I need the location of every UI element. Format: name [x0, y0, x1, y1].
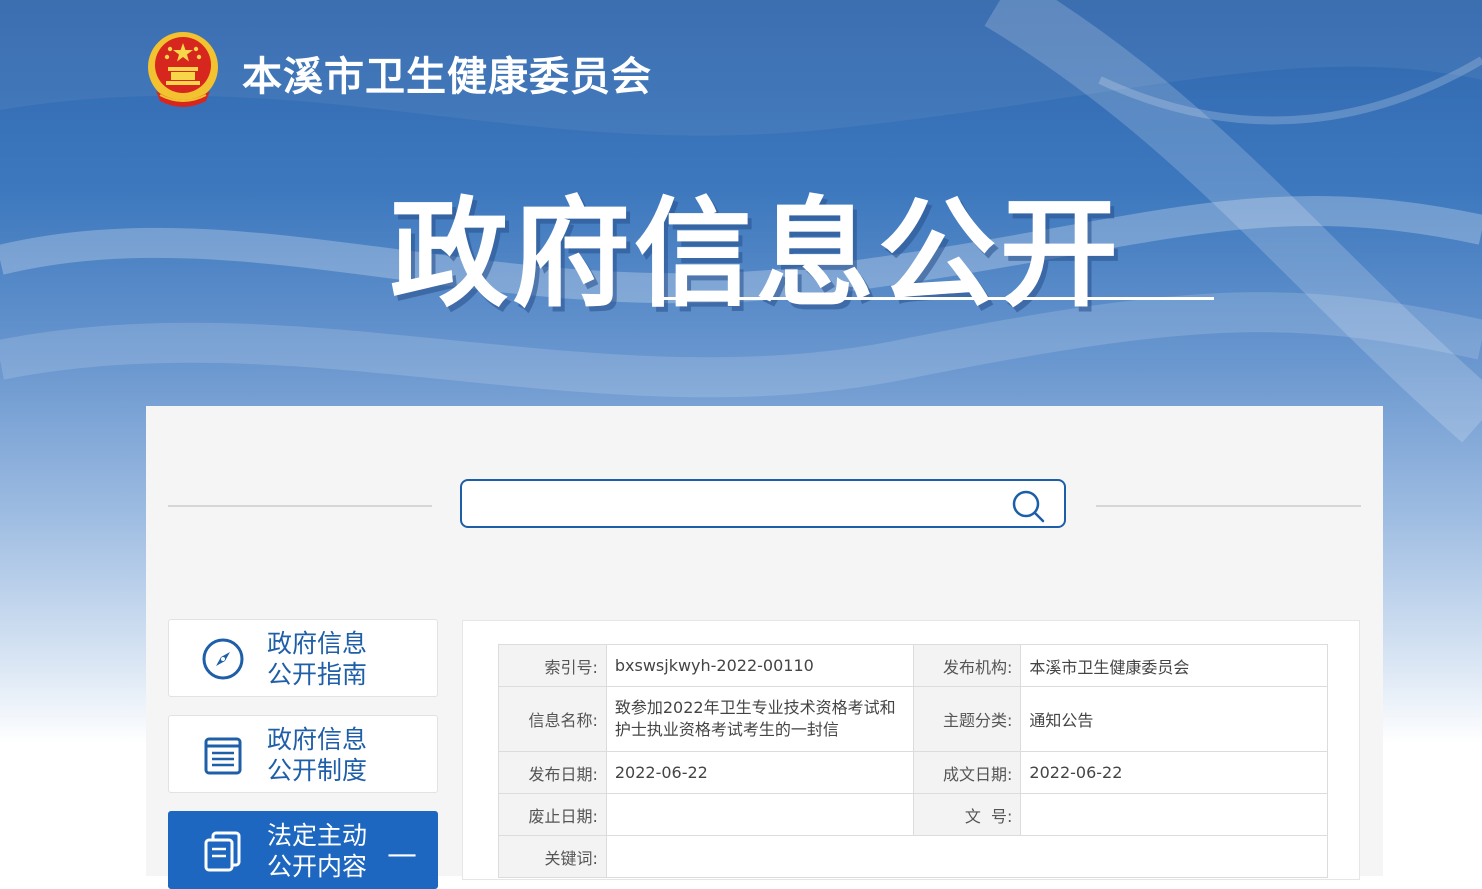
site-name: 本溪市卫生健康委员会 — [242, 54, 652, 100]
collapse-toggle-icon[interactable]: — — [387, 840, 417, 870]
sidebar-item-label: 法定主动 公开内容 — [267, 820, 387, 882]
page-title: 政府信息公开 — [390, 185, 1123, 323]
search-input[interactable] — [476, 489, 1000, 521]
expire-value — [605, 793, 914, 836]
keywords-label: 关键词: — [498, 835, 607, 878]
pub-date-label: 发布日期: — [498, 751, 607, 794]
sidebar-label-line2: 公开制度 — [267, 756, 368, 785]
info-content-card: 索引号: bxswsjkwyh-2022-00110 发布机构: 本溪市卫生健康… — [462, 620, 1360, 880]
search-icon[interactable] — [1010, 488, 1046, 524]
sidebar-label-line1: 政府信息 — [267, 629, 368, 658]
sidebar-label-line2: 公开内容 — [267, 852, 368, 881]
name-value: 致参加2022年卫生专业技术资格考试和护士执业资格考试考生的一封信 — [605, 686, 914, 752]
table-row: 信息名称: 致参加2022年卫生专业技术资格考试和护士执业资格考试考生的一封信 … — [498, 686, 1328, 752]
sidebar-item-mandatory-disclosure[interactable]: 法定主动 公开内容 — — [168, 811, 438, 889]
compass-icon — [202, 638, 244, 680]
name-label: 信息名称: — [498, 686, 607, 752]
info-meta-table: 索引号: bxswsjkwyh-2022-00110 发布机构: 本溪市卫生健康… — [498, 644, 1329, 878]
sidebar-item-label: 政府信息 公开制度 — [267, 724, 387, 786]
topic-value: 通知公告 — [1020, 686, 1328, 752]
sidebar-label-line1: 政府信息 — [267, 725, 368, 754]
table-row: 发布日期: 2022-06-22 成文日期: 2022-06-22 — [498, 751, 1328, 794]
sidebar-label-line1: 法定主动 — [267, 821, 368, 850]
doc-no-label: 文 号: — [912, 793, 1022, 836]
national-emblem-icon — [148, 32, 218, 107]
topic-label: 主题分类: — [912, 686, 1022, 752]
index-value: bxswsjkwyh-2022-00110 — [605, 644, 914, 687]
files-icon — [204, 831, 241, 872]
title-underline — [652, 297, 1214, 300]
search-box — [460, 479, 1066, 528]
doc-date-value: 2022-06-22 — [1020, 751, 1328, 794]
publisher-value: 本溪市卫生健康委员会 — [1020, 644, 1328, 687]
index-label: 索引号: — [498, 644, 607, 687]
table-row: 废止日期: 文 号: — [498, 793, 1328, 836]
publisher-label: 发布机构: — [912, 644, 1022, 687]
search-divider-left — [168, 505, 432, 507]
table-row: 关键词: — [498, 835, 1329, 878]
doc-date-label: 成文日期: — [912, 751, 1022, 794]
search-divider-right — [1096, 505, 1361, 507]
pub-date-value: 2022-06-22 — [605, 751, 914, 794]
table-row: 索引号: bxswsjkwyh-2022-00110 发布机构: 本溪市卫生健康… — [498, 644, 1328, 687]
main-panel: 政府信息 公开指南 政府信息 公开制度 法定主动 公开内容 — 索引号: bxs… — [146, 406, 1383, 889]
doc-no-value — [1020, 793, 1328, 836]
document-list-icon — [204, 737, 242, 775]
keywords-value — [605, 835, 1329, 878]
sidebar-item-guide[interactable]: 政府信息 公开指南 — [168, 619, 438, 697]
expire-label: 废止日期: — [498, 793, 607, 836]
sidebar-label-line2: 公开指南 — [267, 660, 368, 689]
sidebar-item-regulation[interactable]: 政府信息 公开制度 — [168, 715, 438, 793]
sidebar-item-label: 政府信息 公开指南 — [267, 628, 387, 690]
